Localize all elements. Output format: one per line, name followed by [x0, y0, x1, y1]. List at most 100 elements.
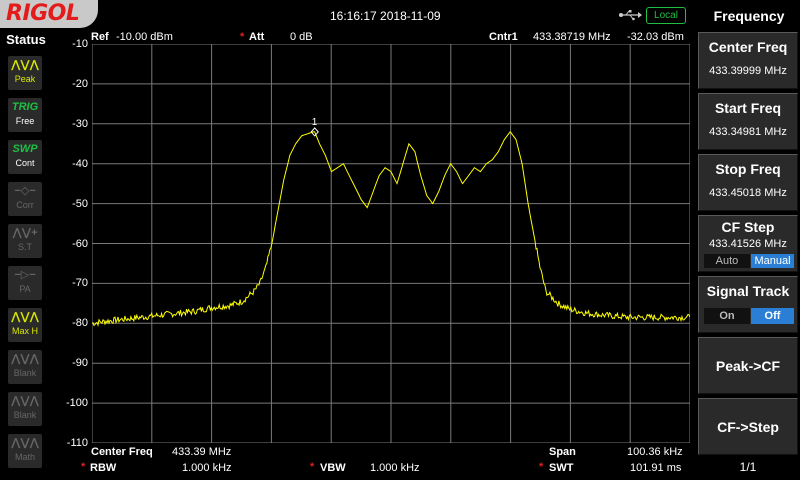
- y-tick-label: -60: [72, 237, 88, 250]
- preamp-icon: −▷−: [14, 269, 36, 281]
- y-tick-label: -50: [72, 197, 88, 210]
- start-freq-button-label: Start Freq: [714, 100, 782, 116]
- y-tick-label: -30: [72, 117, 88, 130]
- cf-to-step-button[interactable]: CF->Step: [698, 398, 798, 455]
- stop-freq-button[interactable]: Stop Freq 433.45018 MHz: [698, 154, 798, 211]
- marker-label: Cntr1: [489, 31, 518, 43]
- start-freq-button-value: 433.34981 MHz: [709, 126, 787, 138]
- corr-icon: −◇−: [14, 185, 36, 197]
- att-star-icon: *: [240, 31, 245, 43]
- signal-track-button[interactable]: Signal Track On Off: [698, 276, 798, 333]
- status-item-peak: ⋀⋁⋀ Peak: [8, 56, 42, 90]
- status-title: Status: [6, 32, 46, 47]
- rbw-star-icon: *: [81, 461, 86, 473]
- cf-step-button[interactable]: CF Step 433.41526 MHz Auto Manual: [698, 215, 798, 272]
- y-tick-label: -20: [72, 77, 88, 90]
- y-tick-label: -40: [72, 157, 88, 170]
- local-badge: Local: [646, 7, 686, 24]
- vbw-label: VBW: [320, 462, 346, 474]
- trig-icon: TRIG: [11, 101, 39, 113]
- status-panel: Status ⋀⋁⋀ Peak TRIG Free SWP Cont −◇− Corr ⋀⋁+ S…: [0, 30, 52, 480]
- swt-star-icon: *: [539, 461, 544, 473]
- status-item-corr: −◇− Corr: [8, 182, 42, 216]
- span-label: Span: [549, 446, 576, 458]
- signal-track-off-option[interactable]: Off: [751, 308, 794, 324]
- y-tick-label: -70: [72, 277, 88, 290]
- status-item-label: S.T: [17, 242, 32, 252]
- tracking-source-icon: ⋀⋁+: [12, 227, 38, 239]
- y-tick-label: -80: [72, 317, 88, 330]
- status-item-s-t: ⋀⋁+ S.T: [8, 224, 42, 258]
- vbw-value: 1.000 kHz: [370, 462, 420, 474]
- stop-freq-button-label: Stop Freq: [715, 161, 781, 177]
- math-icon: ⋀⋁⋀: [11, 437, 39, 449]
- status-item-label: Corr: [16, 200, 34, 210]
- status-item-free: TRIG Free: [8, 98, 42, 132]
- max-hold-icon: ⋀⋁⋀: [11, 311, 39, 323]
- att-value: 0 dB: [290, 31, 313, 43]
- softkey-menu: Frequency Center Freq 433.39999 MHz Star…: [698, 0, 800, 480]
- sweep-icon: SWP: [12, 143, 38, 155]
- y-tick-label: -10: [72, 38, 88, 50]
- vbw-star-icon: *: [310, 461, 315, 473]
- status-item-blank: ⋀⋁⋀ Blank: [8, 392, 42, 426]
- marker-number-label: 1: [312, 117, 318, 128]
- y-tick-label: -100: [65, 397, 88, 410]
- status-item-label: Peak: [14, 74, 36, 84]
- status-item-blank: ⋀⋁⋀ Blank: [8, 350, 42, 384]
- status-item-label: Math: [14, 452, 35, 462]
- plot-grid: [92, 44, 690, 443]
- cf-step-auto-option[interactable]: Auto: [704, 254, 750, 268]
- y-tick-label: -90: [72, 357, 88, 370]
- blank-icon: ⋀⋁⋀: [11, 353, 39, 365]
- marker-freq: 433.38719 MHz: [533, 31, 611, 43]
- status-item-label: Blank: [13, 410, 37, 420]
- spectrum-plot[interactable]: 1: [92, 44, 690, 443]
- stop-freq-button-value: 433.45018 MHz: [709, 187, 787, 199]
- ref-label: Ref: [91, 31, 109, 43]
- status-item-label: PA: [19, 284, 31, 294]
- cf-step-button-value: 433.41526 MHz: [709, 238, 787, 250]
- center-freq-button-label: Center Freq: [708, 39, 788, 55]
- status-item-max-h: ⋀⋁⋀ Max H: [8, 308, 42, 342]
- peak-icon: ⋀⋁⋀: [11, 59, 39, 71]
- center-freq-button[interactable]: Center Freq 433.39999 MHz: [698, 32, 798, 89]
- cf-step-button-label: CF Step: [721, 219, 775, 235]
- cf-to-step-label: CF->Step: [717, 419, 779, 435]
- top-bar: RIGOL 16:16:17 2018-11-09 Local: [0, 0, 698, 30]
- marker-amplitude: -32.03 dBm: [627, 31, 684, 43]
- signal-track-button-label: Signal Track: [706, 283, 790, 299]
- center-freq-value: 433.39 MHz: [172, 446, 232, 458]
- usb-icon: [619, 10, 642, 21]
- start-freq-button[interactable]: Start Freq 433.34981 MHz: [698, 93, 798, 150]
- rigol-logo: RIGOL: [0, 0, 98, 28]
- status-item-label: Cont: [15, 158, 35, 168]
- peak-to-cf-label: Peak->CF: [715, 358, 781, 374]
- brand-text: RIGOL: [6, 1, 80, 26]
- rbw-label: RBW: [90, 462, 117, 474]
- blank-icon: ⋀⋁⋀: [11, 395, 39, 407]
- page-indicator: 1/1: [739, 460, 757, 474]
- center-freq-button-value: 433.39999 MHz: [709, 65, 787, 77]
- cf-step-manual-option[interactable]: Manual: [751, 254, 794, 268]
- signal-track-on-option[interactable]: On: [704, 308, 750, 324]
- status-item-label: Free: [15, 116, 35, 126]
- status-item-cont: SWP Cont: [8, 140, 42, 174]
- footer: Center Freq 433.39 MHz Span 100.36 kHz *…: [52, 444, 698, 480]
- spectrum-screen: Ref -10.00 dBm * Att 0 dB Cntr1 433.3871…: [52, 30, 698, 480]
- ref-value: -10.00 dBm: [116, 31, 173, 43]
- span-value: 100.36 kHz: [627, 446, 683, 458]
- trace-header: Ref -10.00 dBm * Att 0 dB Cntr1 433.3871…: [52, 30, 698, 44]
- swt-value: 101.91 ms: [630, 462, 682, 474]
- swt-label: SWT: [549, 462, 574, 474]
- rbw-value: 1.000 kHz: [182, 462, 232, 474]
- att-label: Att: [249, 31, 265, 43]
- datetime: 16:16:17 2018-11-09: [330, 9, 441, 23]
- peak-to-cf-button[interactable]: Peak->CF: [698, 337, 798, 394]
- status-item-pa: −▷− PA: [8, 266, 42, 300]
- menu-title: Frequency: [713, 8, 785, 24]
- status-item-label: Max H: [11, 326, 38, 336]
- status-item-label: Blank: [13, 368, 37, 378]
- status-item-math: ⋀⋁⋀ Math: [8, 434, 42, 468]
- center-freq-label: Center Freq: [91, 446, 153, 458]
